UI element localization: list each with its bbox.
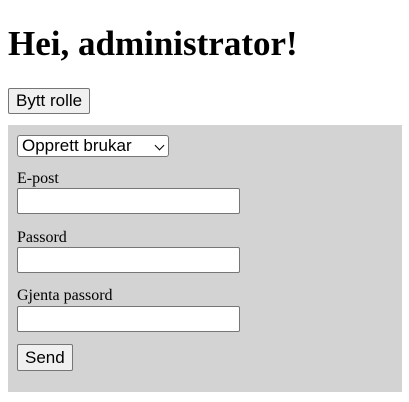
create-user-form: Opprett brukar E-post Passord Gjenta pas… [8,125,402,392]
repeat-password-label: Gjenta passord [17,287,113,304]
password-label: Passord [17,229,67,246]
action-select-value: Opprett brukar [22,136,132,155]
email-field[interactable] [17,188,240,214]
switch-role-button[interactable]: Bytt rolle [8,88,91,114]
repeat-password-field[interactable] [17,306,240,332]
send-button[interactable]: Send [17,344,73,371]
page-title: Hei, administrator! [8,24,298,63]
password-field[interactable] [17,247,240,273]
action-select[interactable]: Opprett brukar [17,135,169,157]
chevron-down-icon [154,140,165,151]
email-label: E-post [17,170,59,187]
